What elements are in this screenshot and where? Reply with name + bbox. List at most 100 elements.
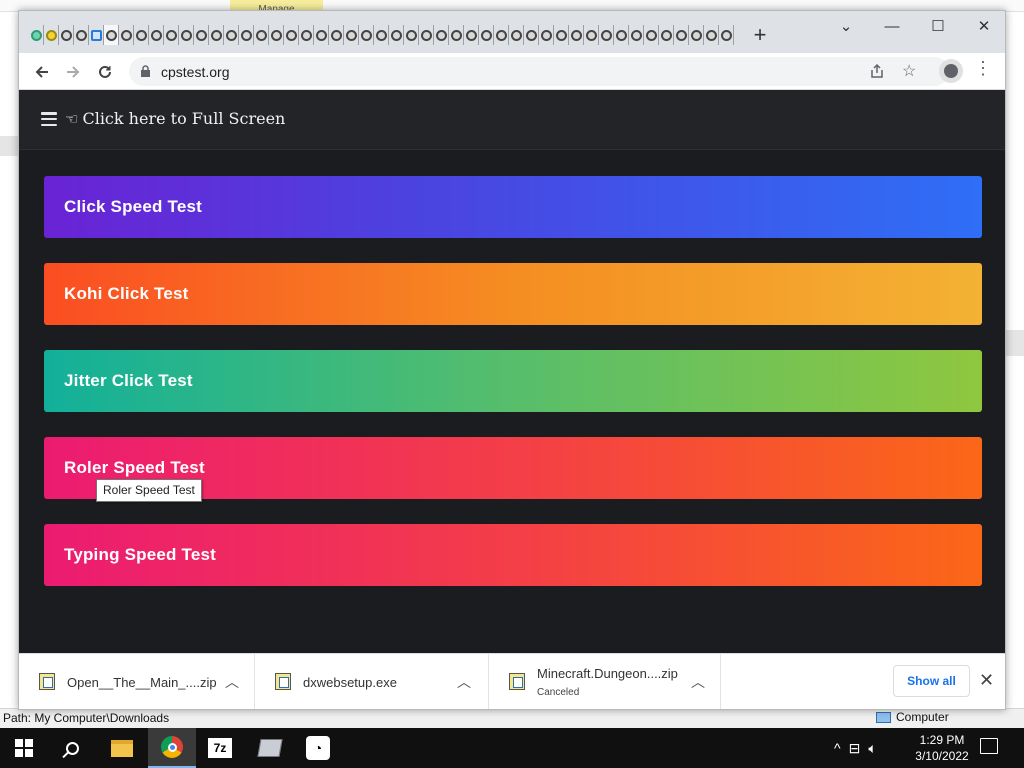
- browser-tab[interactable]: [359, 25, 374, 45]
- browser-tab[interactable]: [44, 25, 59, 45]
- search-button[interactable]: [48, 728, 96, 768]
- browser-tab[interactable]: [599, 25, 614, 45]
- browser-tab[interactable]: [194, 25, 209, 45]
- minimize-button[interactable]: —: [869, 11, 915, 41]
- tool-taskbar-button[interactable]: [246, 728, 294, 768]
- download-item[interactable]: Minecraft.Dungeon....zip Canceled ︿: [489, 654, 721, 709]
- browser-tab[interactable]: [524, 25, 539, 45]
- browser-tab[interactable]: [449, 25, 464, 45]
- browser-tab[interactable]: [554, 25, 569, 45]
- cursor-app-taskbar-button[interactable]: ◔: [294, 728, 342, 768]
- browser-tab[interactable]: [389, 25, 404, 45]
- new-tab-button[interactable]: +: [749, 24, 771, 47]
- computer-icon: [876, 711, 891, 723]
- tab-favicon-icon: [210, 29, 222, 41]
- browser-tab[interactable]: [209, 25, 224, 45]
- browser-tab[interactable]: [104, 25, 119, 45]
- browser-tab[interactable]: [59, 25, 74, 45]
- chrome-icon: [161, 736, 183, 758]
- hamburger-menu-icon[interactable]: [41, 112, 57, 126]
- tab-strip: + ⌄ — ☐ ✕: [19, 11, 1005, 53]
- network-icon[interactable]: ⊟: [849, 740, 861, 757]
- kohi-click-test-button[interactable]: Kohi Click Test: [44, 263, 982, 325]
- chevron-up-icon[interactable]: ︿: [455, 673, 473, 691]
- close-window-button[interactable]: ✕: [961, 11, 1005, 41]
- jitter-click-test-button[interactable]: Jitter Click Test: [44, 350, 982, 412]
- browser-tab[interactable]: [614, 25, 629, 45]
- browser-tab[interactable]: [419, 25, 434, 45]
- close-download-shelf-icon[interactable]: ✕: [979, 670, 994, 691]
- forward-button[interactable]: [60, 59, 86, 85]
- maximize-button[interactable]: ☐: [915, 11, 961, 41]
- reload-button[interactable]: [92, 59, 118, 85]
- browser-tab[interactable]: [719, 25, 734, 45]
- chevron-up-icon[interactable]: ︿: [689, 673, 707, 691]
- download-filename: dxwebsetup.exe: [303, 675, 397, 690]
- bookmark-star-icon[interactable]: ☆: [902, 61, 916, 81]
- notification-center-icon[interactable]: [980, 738, 998, 754]
- browser-tab[interactable]: [344, 25, 359, 45]
- browser-tab[interactable]: [629, 25, 644, 45]
- tab-search-button[interactable]: ⌄: [823, 11, 869, 41]
- browser-tab[interactable]: [704, 25, 719, 45]
- tab-favicon-icon: [300, 29, 312, 41]
- browser-tab[interactable]: [644, 25, 659, 45]
- browser-tab[interactable]: [584, 25, 599, 45]
- browser-tab[interactable]: [539, 25, 554, 45]
- download-item[interactable]: dxwebsetup.exe ︿: [255, 654, 489, 709]
- browser-tab[interactable]: [179, 25, 194, 45]
- fullscreen-link[interactable]: ☜ Click here to Full Screen: [65, 109, 285, 128]
- browser-tab[interactable]: [119, 25, 134, 45]
- browser-tab[interactable]: [464, 25, 479, 45]
- browser-tab[interactable]: [224, 25, 239, 45]
- computer-label-text: Computer: [896, 710, 949, 724]
- download-item[interactable]: Open__The__Main_....zip ︿: [19, 654, 255, 709]
- browser-menu-icon[interactable]: ⋮: [974, 58, 992, 79]
- browser-tab[interactable]: [134, 25, 149, 45]
- browser-tab[interactable]: [239, 25, 254, 45]
- browser-tab[interactable]: [269, 25, 284, 45]
- browser-tab[interactable]: [659, 25, 674, 45]
- typing-speed-test-button[interactable]: Typing Speed Test: [44, 524, 982, 586]
- browser-tab[interactable]: [254, 25, 269, 45]
- tab-favicon-icon: [270, 29, 282, 41]
- browser-tab[interactable]: [404, 25, 419, 45]
- browser-tab[interactable]: [284, 25, 299, 45]
- taskbar-clock[interactable]: 1:29 PM 3/10/2022: [912, 732, 972, 764]
- chevron-up-icon[interactable]: ︿: [223, 673, 241, 691]
- 7zip-taskbar-button[interactable]: 7z: [196, 728, 244, 768]
- browser-tab[interactable]: [314, 25, 329, 45]
- chrome-taskbar-button[interactable]: [148, 728, 196, 768]
- browser-tab[interactable]: [494, 25, 509, 45]
- address-bar[interactable]: cpstest.org ☆: [129, 57, 949, 86]
- file-explorer-button[interactable]: [98, 728, 146, 768]
- reload-icon: [99, 65, 111, 78]
- browser-tab[interactable]: [374, 25, 389, 45]
- share-icon[interactable]: [869, 63, 885, 79]
- chevron-up-icon[interactable]: ^: [834, 740, 841, 756]
- browser-tab[interactable]: [164, 25, 179, 45]
- browser-tab[interactable]: [569, 25, 584, 45]
- browser-tab[interactable]: [479, 25, 494, 45]
- background-left-pane-edge: [0, 136, 18, 156]
- browser-tab[interactable]: [29, 25, 44, 45]
- browser-tab[interactable]: [149, 25, 164, 45]
- lock-icon[interactable]: [141, 65, 150, 77]
- browser-tab[interactable]: [434, 25, 449, 45]
- click-speed-test-button[interactable]: Click Speed Test: [44, 176, 982, 238]
- profile-avatar-button[interactable]: [939, 59, 963, 83]
- browser-tab[interactable]: [329, 25, 344, 45]
- volume-icon[interactable]: 🔈︎: [868, 740, 876, 757]
- show-all-button[interactable]: Show all: [893, 665, 970, 697]
- browser-tab[interactable]: [89, 25, 104, 45]
- start-button[interactable]: [0, 728, 48, 768]
- browser-tab[interactable]: [74, 25, 89, 45]
- zip-file-icon: [509, 673, 525, 690]
- back-button[interactable]: [29, 59, 55, 85]
- browser-tab[interactable]: [509, 25, 524, 45]
- url-text[interactable]: cpstest.org: [161, 64, 229, 80]
- tab-favicon-icon: [570, 29, 582, 41]
- browser-tab[interactable]: [674, 25, 689, 45]
- browser-tab[interactable]: [299, 25, 314, 45]
- browser-tab[interactable]: [689, 25, 704, 45]
